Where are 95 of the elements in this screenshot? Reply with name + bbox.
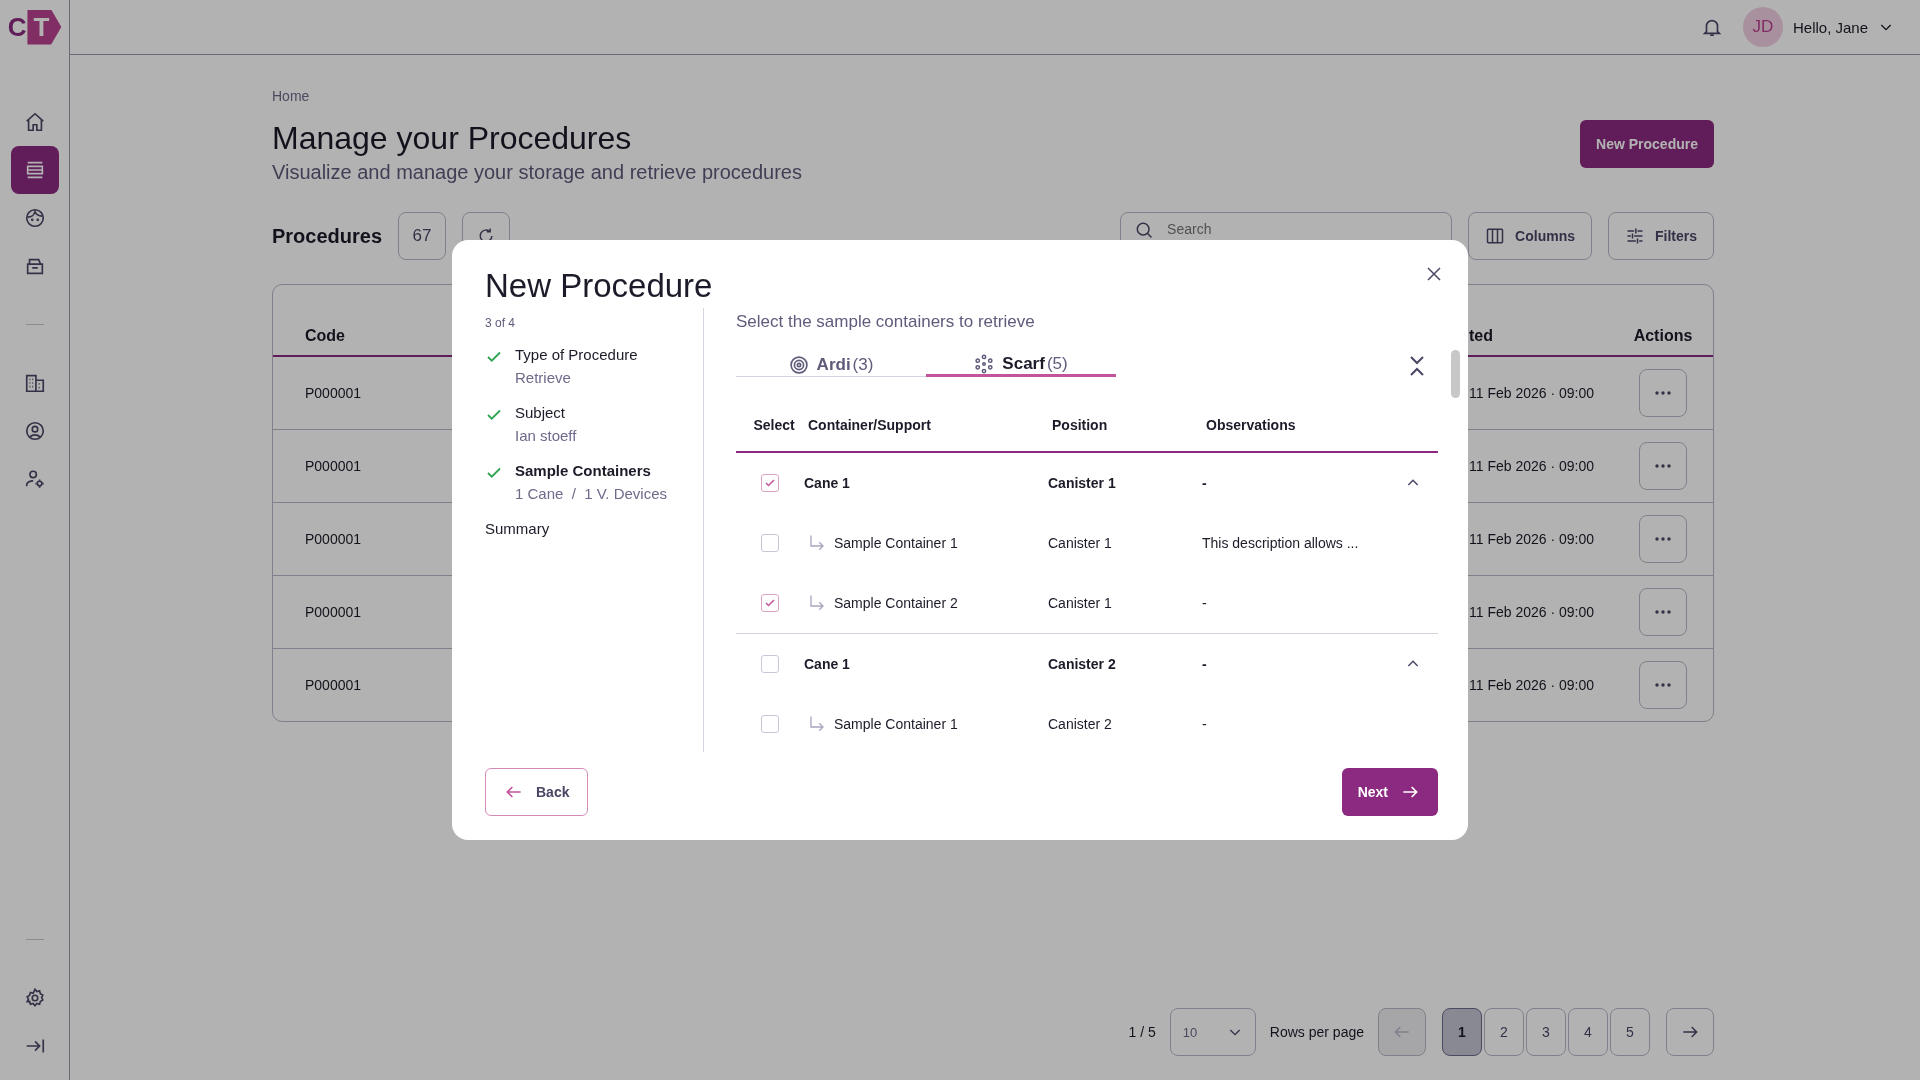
column-header: Code — [305, 327, 345, 344]
table-cell-text: - — [1202, 475, 1208, 492]
column-header: Position — [1052, 417, 1109, 434]
user-menu[interactable]: JD Hello, Jane — [1742, 7, 1894, 47]
table-cell: P000001 — [305, 677, 362, 693]
rows-per-page-label: Rows per page — [1269, 1024, 1364, 1040]
chevrons-icon — [1408, 354, 1426, 377]
table-cell-text: Canister 1 — [1048, 535, 1113, 552]
dots-ring-icon — [974, 354, 995, 375]
checkbox[interactable] — [761, 534, 779, 553]
new-procedure-button[interactable]: New Procedure — [1580, 120, 1714, 168]
table-cell-text: This description allows ... — [1202, 535, 1360, 552]
page-button[interactable]: 2 — [1484, 1008, 1524, 1056]
back-button[interactable]: Back — [485, 768, 589, 816]
table-cell-text: Canister 2 — [1048, 656, 1117, 673]
table-cell-text: 11 Feb 2026 · 09:00 — [1469, 531, 1596, 547]
more-icon — [1655, 391, 1671, 395]
column-header: Select — [752, 417, 796, 434]
column-header: Actions — [1632, 327, 1694, 345]
home-icon — [23, 111, 46, 133]
page-button[interactable]: 5 — [1610, 1008, 1650, 1056]
filters-button[interactable]: Filters — [1608, 212, 1714, 260]
check-icon — [764, 477, 776, 490]
checkbox[interactable] — [761, 594, 779, 613]
container-name: Sample Container 1 — [834, 535, 958, 552]
breadcrumb-link[interactable]: Home — [272, 88, 802, 104]
table-cell-text: - — [1202, 716, 1208, 733]
table-cell-text: Canister 1 — [1048, 475, 1117, 492]
container-name: Cane 1 — [804, 656, 850, 673]
logo: C T — [7, 0, 62, 54]
sidebar-item[interactable] — [10, 146, 59, 194]
table-cell-text: 11 Feb 2026 · 09:00 — [1469, 458, 1596, 474]
column-header: Observations — [1206, 417, 1297, 434]
table-cell: P000001 — [305, 531, 362, 547]
checkbox[interactable] — [761, 655, 779, 674]
table-cell-text: 11 Feb 2026 · 09:00 — [1469, 604, 1596, 620]
scrollbar-thumb[interactable] — [1451, 350, 1460, 398]
sub-item-arrow-icon — [808, 534, 826, 553]
tab[interactable]: Ardi(3) — [736, 354, 926, 378]
more-icon — [1655, 610, 1671, 614]
next-button[interactable]: Next — [1341, 768, 1438, 816]
count-badge: 67 — [398, 212, 447, 260]
step-title: Subject — [515, 404, 567, 422]
user-gear-icon — [23, 468, 46, 490]
rows-per-page-select[interactable]: 10 — [1169, 1008, 1256, 1056]
step-value: 1 Cane / 1 V. Devices — [515, 485, 668, 503]
columns-button[interactable]: Columns — [1468, 212, 1592, 260]
face-icon — [23, 207, 46, 229]
column-header: Container/Support — [808, 417, 932, 434]
checkbox[interactable] — [761, 474, 779, 493]
container-name: Cane 1 — [804, 475, 850, 492]
more-icon — [1655, 464, 1671, 468]
sub-item-arrow-icon — [808, 715, 826, 734]
page-button[interactable]: 1 — [1442, 1008, 1482, 1056]
page-button[interactable]: 4 — [1568, 1008, 1608, 1056]
table-cell: P000001 — [305, 604, 362, 620]
table-cell-text: 11 Feb 2026 · 09:00 — [1469, 677, 1596, 693]
page-subtitle: Visualize and manage your storage and retrieve procedures — [272, 161, 802, 184]
step-title: Sample Containers — [515, 462, 652, 480]
sliders-icon — [1625, 226, 1645, 246]
table-cell-text: - — [1202, 656, 1208, 673]
page-button[interactable]: 3 — [1526, 1008, 1566, 1056]
section-title: Procedures — [272, 224, 383, 248]
table-cell: P000001 — [305, 385, 362, 401]
building-icon — [23, 372, 46, 394]
more-icon — [1655, 537, 1671, 541]
close-icon — [1425, 265, 1443, 283]
dialog-title: New Procedure — [485, 268, 713, 305]
more-icon — [1655, 683, 1671, 687]
avatar: JD — [1742, 7, 1783, 47]
table-cell-text: - — [1202, 595, 1208, 612]
table-cell: P000001 — [305, 458, 362, 474]
step-title: Summary — [485, 520, 550, 538]
container-name: Sample Container 2 — [834, 595, 958, 612]
container-name: Sample Container 1 — [834, 716, 958, 733]
settings-icon — [23, 987, 46, 1009]
tab[interactable]: Scarf(5) — [926, 354, 1116, 378]
instruction-text: Select the sample containers to retrieve — [736, 312, 1036, 333]
search-icon — [1134, 220, 1155, 240]
page-info: 1 / 5 — [1128, 1024, 1156, 1040]
user-icon — [23, 420, 46, 442]
step-title: Type of Procedure — [515, 346, 638, 364]
step-counter: 3 of 4 — [485, 316, 517, 331]
step-value: Retrieve — [515, 369, 572, 387]
table-cell-text: Canister 2 — [1048, 716, 1113, 733]
checkbox[interactable] — [761, 715, 779, 734]
page-title: Manage your Procedures — [272, 120, 633, 157]
target-icon — [788, 355, 809, 376]
column-header: ted — [1469, 327, 1494, 345]
step-value: Ian stoeff — [515, 427, 577, 445]
table-cell-text: 11 Feb 2026 · 09:00 — [1469, 385, 1596, 401]
sub-item-arrow-icon — [808, 594, 826, 613]
table-cell-text: Canister 1 — [1048, 595, 1113, 612]
check-icon — [764, 597, 776, 610]
columns-icon — [1485, 226, 1506, 246]
